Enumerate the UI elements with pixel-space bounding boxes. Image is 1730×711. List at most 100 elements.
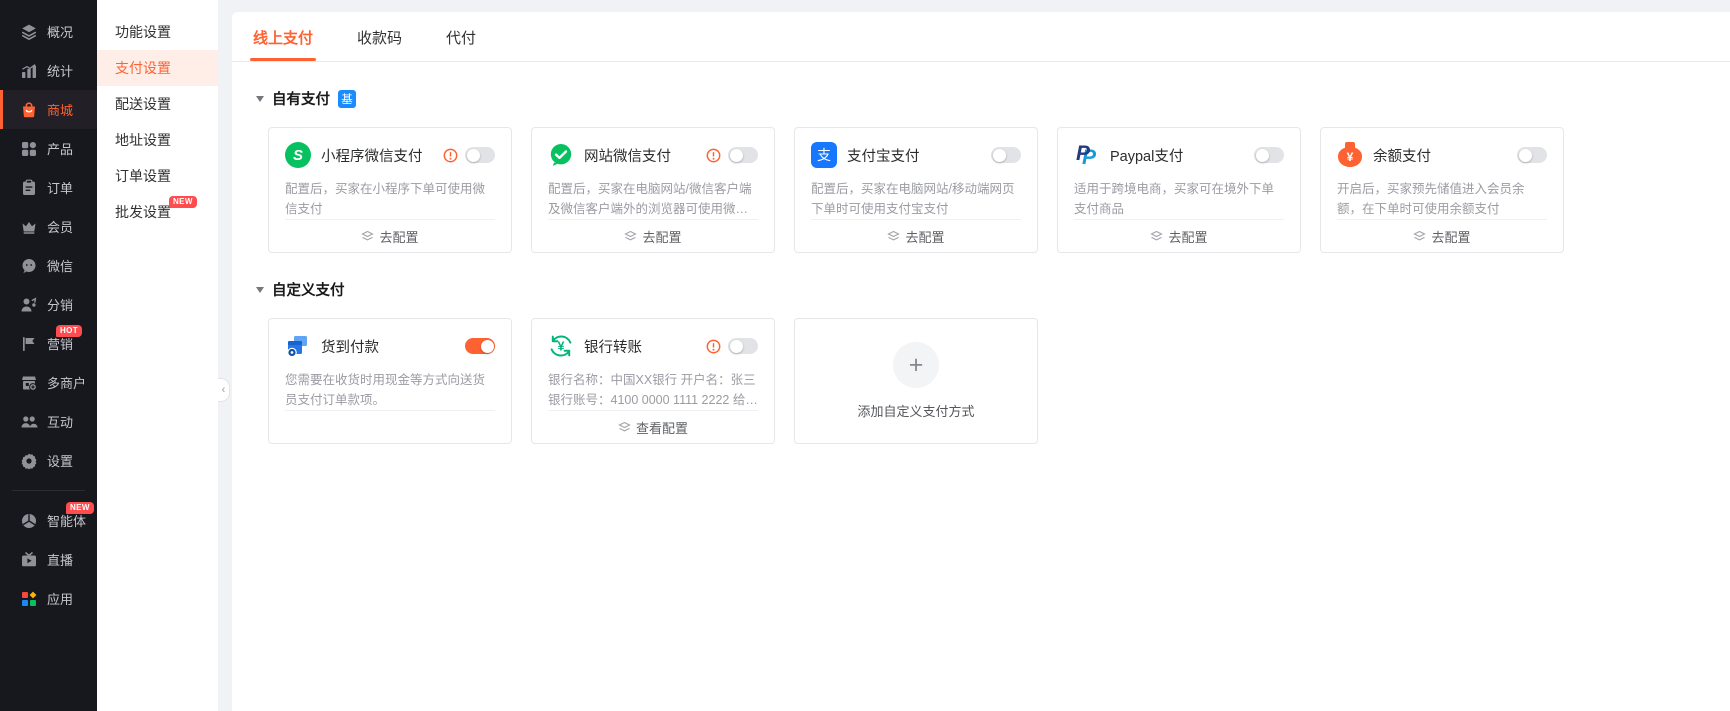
configure-link[interactable]: 去配置: [548, 219, 758, 252]
add-custom-payment-card[interactable]: + 添加自定义支付方式: [794, 318, 1038, 444]
config-layers-icon: [361, 230, 374, 243]
configure-link[interactable]: 去配置: [285, 219, 495, 252]
section-title: 自有支付: [272, 88, 330, 109]
payment-title: Paypal支付: [1110, 145, 1254, 166]
flag-icon: [20, 335, 38, 353]
shop-bag-icon: [20, 101, 38, 119]
config-layers-icon: [1150, 230, 1163, 243]
sidebar-item-agent[interactable]: 智能体 NEW: [0, 501, 97, 540]
sidebar-item-label: 商城: [47, 100, 73, 119]
sidebar-item-label: 设置: [47, 451, 73, 470]
section-custom-payment: 自定义支付: [256, 279, 1730, 300]
configure-label: 去配置: [642, 227, 681, 246]
subnav-function-settings[interactable]: 功能设置: [97, 14, 218, 50]
collapse-caret-icon[interactable]: [256, 96, 264, 102]
configure-label: 去配置: [1168, 227, 1207, 246]
payment-desc: 配置后，买家在电脑网站/微信客户端及微信客户端外的浏览器可使用微信支付下单购买: [548, 179, 758, 219]
subnav-delivery-settings[interactable]: 配送设置: [97, 86, 218, 122]
sidebar-item-overview[interactable]: 概况: [0, 12, 97, 51]
toggle-switch[interactable]: [728, 147, 758, 163]
toggle-switch[interactable]: [1254, 147, 1284, 163]
payment-title: 网站微信支付: [584, 145, 706, 166]
payment-desc: 配置后，买家在电脑网站/移动端网页下单时可使用支付宝支付: [811, 179, 1021, 219]
sidebar-item-label: 统计: [47, 61, 73, 80]
sidebar-item-label: 概况: [47, 22, 73, 41]
parcel-boxes-icon: [285, 333, 311, 359]
payment-desc: 银行名称：中国XX银行 开户名：张三 银行账号：4100 0000 1111 2…: [548, 370, 758, 410]
crown-icon: [20, 218, 38, 236]
sidebar-item-label: 直播: [47, 550, 73, 569]
config-layers-icon: [624, 230, 637, 243]
content-panel: 线上支付 收款码 代付 自有支付 基 S 小程序微信支付 配置后，买家在小程序下: [232, 12, 1730, 711]
subnav-payment-settings[interactable]: 支付设置: [97, 50, 218, 86]
sidebar-divider: [12, 490, 85, 491]
payment-desc: 开启后，买家预先储值进入会员余额，在下单时可使用余额支付: [1337, 179, 1547, 219]
configure-link[interactable]: 去配置: [811, 219, 1021, 252]
warning-icon: [706, 148, 721, 163]
settings-sidebar: 功能设置 支付设置 配送设置 地址设置 订单设置 批发设置 NEW: [97, 0, 218, 711]
svg-text:¥: ¥: [558, 340, 565, 354]
payment-title: 余额支付: [1373, 145, 1517, 166]
config-layers-icon: [1413, 230, 1426, 243]
sphere-icon: [20, 512, 38, 530]
people-icon: [20, 413, 38, 431]
config-layers-icon: [887, 230, 900, 243]
subnav-order-settings[interactable]: 订单设置: [97, 158, 218, 194]
own-payment-cards: S 小程序微信支付 配置后，买家在小程序下单可使用微信支付 去配置 网站微信支付: [268, 127, 1730, 253]
subnav-address-settings[interactable]: 地址设置: [97, 122, 218, 158]
sidebar-item-orders[interactable]: 订单: [0, 168, 97, 207]
configure-link[interactable]: 去配置: [1074, 219, 1284, 252]
section-title: 自定义支付: [272, 279, 345, 300]
sidebar-item-settings[interactable]: 设置: [0, 441, 97, 480]
sidebar-item-live[interactable]: 直播: [0, 540, 97, 579]
new-badge: NEW: [66, 502, 94, 514]
toggle-switch[interactable]: [465, 147, 495, 163]
sidebar-collapse-handle[interactable]: ‹: [218, 378, 230, 402]
tab-online-payment[interactable]: 线上支付: [253, 27, 313, 61]
wechat-icon: [20, 257, 38, 275]
payment-title: 小程序微信支付: [321, 145, 443, 166]
tab-payment-code[interactable]: 收款码: [357, 27, 402, 61]
toggle-switch[interactable]: [728, 338, 758, 354]
store-icon: [20, 374, 38, 392]
collapse-caret-icon[interactable]: [256, 287, 264, 293]
tab-pay-on-behalf[interactable]: 代付: [446, 27, 476, 61]
card-miniprogram-wechat-pay: S 小程序微信支付 配置后，买家在小程序下单可使用微信支付 去配置: [268, 127, 512, 253]
payment-desc: 适用于跨境电商，买家可在境外下单支付商品: [1074, 179, 1284, 219]
view-config-label: 查看配置: [636, 418, 688, 437]
card-alipay: 支 支付宝支付 配置后，买家在电脑网站/移动端网页下单时可使用支付宝支付 去配置: [794, 127, 1038, 253]
sidebar-item-label: 订单: [47, 178, 73, 197]
sidebar-item-apps[interactable]: 应用: [0, 579, 97, 618]
sidebar-item-distribution[interactable]: 分销: [0, 285, 97, 324]
custom-payment-cards: 货到付款 您需要在收货时用现金等方式向送货员支付订单款项。 ¥ 银行转账: [268, 318, 1730, 444]
sidebar-item-mall[interactable]: 商城: [0, 90, 97, 129]
sidebar-item-members[interactable]: 会员: [0, 207, 97, 246]
view-config-link[interactable]: 查看配置: [548, 410, 758, 443]
config-layers-icon: [618, 421, 631, 434]
toggle-switch[interactable]: [465, 338, 495, 354]
toggle-switch[interactable]: [991, 147, 1021, 163]
subnav-label: 批发设置: [115, 204, 171, 220]
sidebar-item-products[interactable]: 产品: [0, 129, 97, 168]
bank-transfer-icon: ¥: [548, 333, 574, 359]
alipay-icon: 支: [811, 142, 837, 168]
layers-icon: [20, 23, 38, 41]
card-cash-on-delivery: 货到付款 您需要在收货时用现金等方式向送货员支付订单款项。: [268, 318, 512, 444]
tv-icon: [20, 551, 38, 569]
gear-icon: [20, 452, 38, 470]
card-paypal: PP Paypal支付 适用于跨境电商，买家可在境外下单支付商品 去配置: [1057, 127, 1301, 253]
sidebar-item-marketing[interactable]: 营销 HOT: [0, 324, 97, 363]
add-payment-label: 添加自定义支付方式: [857, 401, 974, 420]
configure-link[interactable]: 去配置: [1337, 219, 1547, 252]
grid-icon: [20, 140, 38, 158]
subnav-wholesale-settings[interactable]: 批发设置 NEW: [97, 194, 218, 230]
basic-badge: 基: [338, 90, 356, 108]
toggle-switch[interactable]: [1517, 147, 1547, 163]
sidebar-item-stats[interactable]: 统计: [0, 51, 97, 90]
payment-desc: 配置后，买家在小程序下单可使用微信支付: [285, 179, 495, 219]
sidebar-item-multimerchant[interactable]: 多商户: [0, 363, 97, 402]
hot-badge: HOT: [56, 325, 82, 337]
card-footer: [285, 410, 495, 443]
sidebar-item-interaction[interactable]: 互动: [0, 402, 97, 441]
sidebar-item-wechat[interactable]: 微信: [0, 246, 97, 285]
